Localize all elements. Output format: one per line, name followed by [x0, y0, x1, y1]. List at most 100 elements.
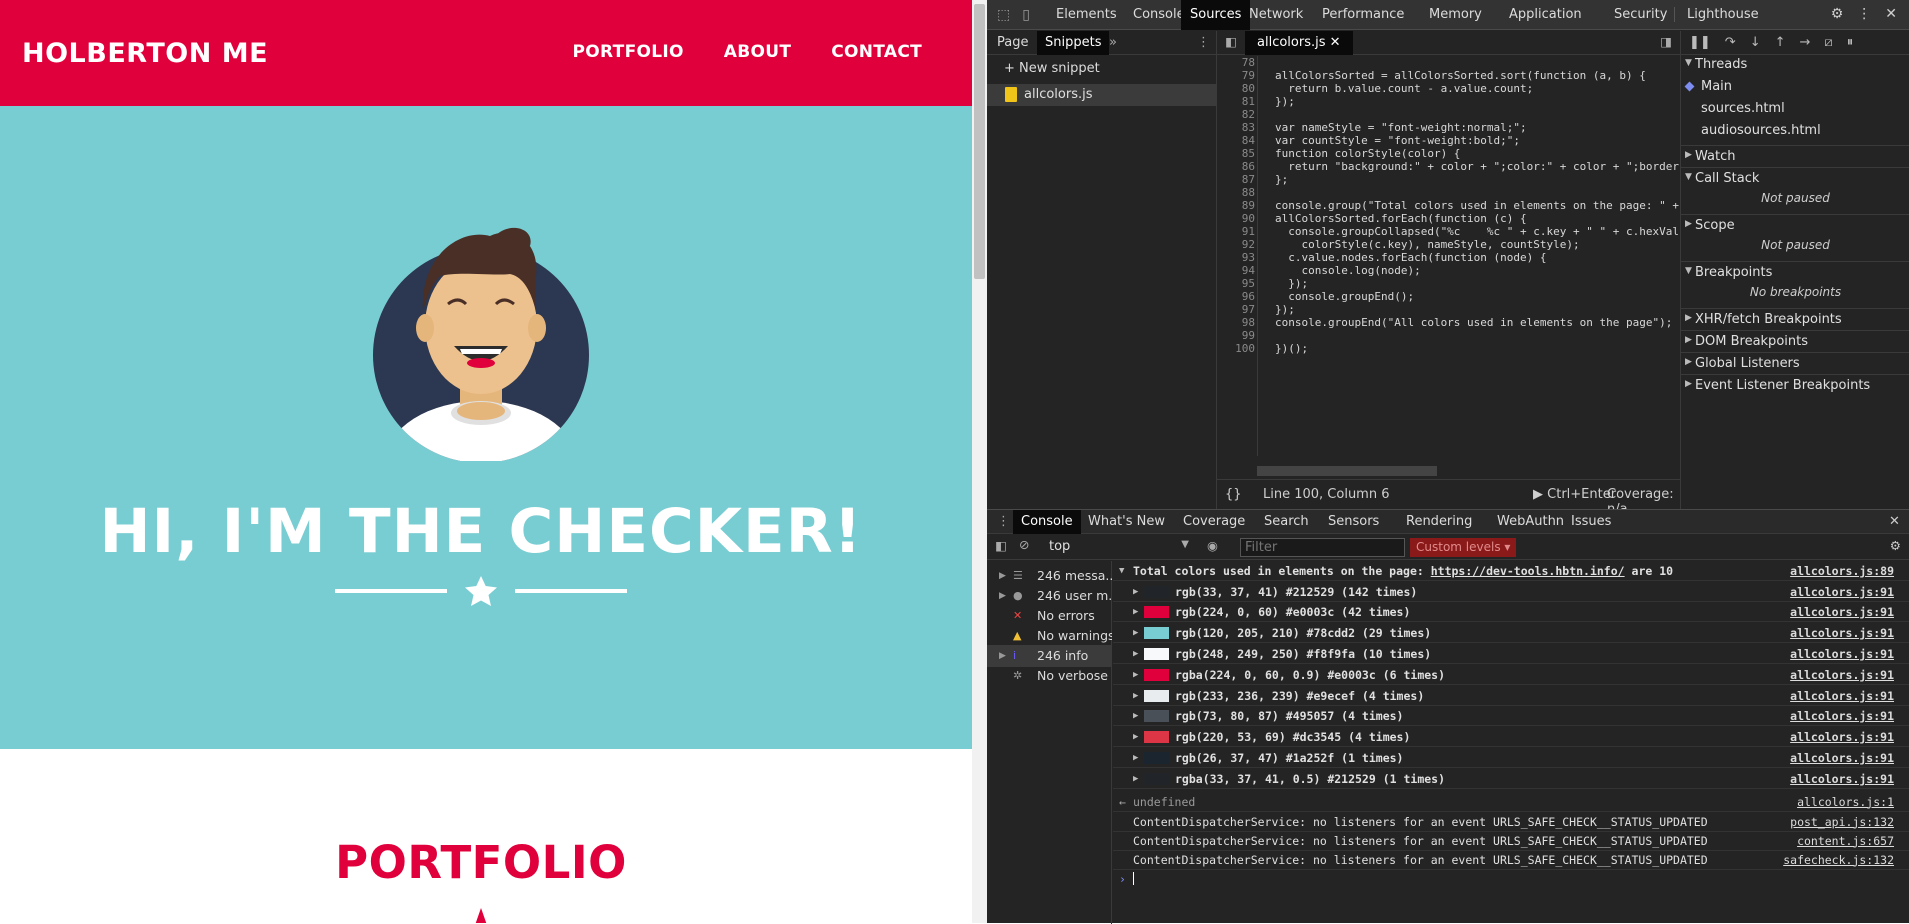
drawer-tab-webauthn[interactable]: WebAuthn: [1497, 514, 1564, 529]
step-into-icon[interactable]: ↓: [1750, 35, 1761, 50]
inspect-icon[interactable]: ⬚: [997, 7, 1010, 23]
event-listener-breakpoints-section[interactable]: ▶ Event Listener Breakpoints: [1681, 374, 1909, 393]
source-link[interactable]: allcolors.js:91: [1790, 644, 1894, 664]
console-filter-list[interactable]: ▶ ☰ 246 messa...: [987, 565, 1112, 587]
console-filter-user[interactable]: ▶ ● 246 user m...: [987, 585, 1112, 607]
line-number[interactable]: 92: [1217, 238, 1255, 251]
expand-arrow-icon[interactable]: ▶: [1133, 748, 1138, 768]
scrollbar-thumb[interactable]: [974, 4, 985, 279]
tab-memory[interactable]: Memory: [1429, 7, 1482, 22]
color-group-row[interactable]: ▶ rgb(120, 205, 210) #78cdd2 (29 times) al…: [1113, 623, 1909, 644]
code-line[interactable]: allColorsSorted.forEach(function (c) {: [1275, 212, 1527, 225]
line-number[interactable]: 94: [1217, 264, 1255, 277]
source-link[interactable]: allcolors.js:91: [1790, 582, 1894, 602]
editor-hscrollbar[interactable]: [1257, 466, 1437, 476]
code-lines[interactable]: 78 79 allColorsSorted = allColorsSorted.so…: [1217, 56, 1680, 456]
settings-gear-icon[interactable]: ⚙: [1831, 6, 1844, 22]
log-row[interactable]: ContentDispatcherService: no listeners f…: [1113, 831, 1909, 851]
line-number[interactable]: 88: [1217, 186, 1255, 199]
close-icon[interactable]: ✕: [1885, 6, 1897, 22]
line-number[interactable]: 83: [1217, 121, 1255, 134]
drawer-tab-console[interactable]: Console: [1013, 510, 1081, 534]
line-number[interactable]: 95: [1217, 277, 1255, 290]
close-drawer-icon[interactable]: ✕: [1889, 514, 1900, 529]
code-line[interactable]: return b.value.count - a.value.count;: [1275, 82, 1533, 95]
code-line[interactable]: allColorsSorted = allColorsSorted.sort(f…: [1275, 69, 1646, 82]
console-prompt[interactable]: ›: [1113, 869, 1909, 889]
line-number[interactable]: 100: [1217, 342, 1255, 355]
group-link[interactable]: https://dev-tools.hbtn.info/: [1431, 564, 1625, 578]
scope-section[interactable]: ▶ Scope: [1681, 214, 1909, 233]
expand-arrow-icon[interactable]: ▶: [1133, 706, 1138, 726]
tab-lighthouse[interactable]: Lighthouse: [1674, 7, 1759, 22]
color-group-row[interactable]: ▶ rgb(33, 37, 41) #212529 (142 times) allc…: [1113, 582, 1909, 602]
live-expression-eye-icon[interactable]: ◉: [1207, 538, 1218, 553]
color-group-row[interactable]: ▶ rgb(220, 53, 69) #dc3545 (4 times) allco…: [1113, 727, 1909, 748]
log-row[interactable]: ContentDispatcherService: no listeners f…: [1113, 850, 1909, 870]
drawer-menu-icon[interactable]: ⋮: [997, 514, 1010, 529]
source-link[interactable]: allcolors.js:91: [1790, 602, 1894, 622]
thread-main[interactable]: Main: [1681, 79, 1909, 94]
thread-audiosources[interactable]: audiosources.html: [1681, 123, 1909, 138]
code-line[interactable]: console.log(node);: [1275, 264, 1420, 277]
context-select[interactable]: top ▼: [1049, 539, 1189, 554]
tab-sources[interactable]: Sources: [1181, 0, 1251, 30]
navigator-menu-icon[interactable]: ⋮: [1197, 35, 1210, 50]
pause-icon[interactable]: ❚❚: [1689, 35, 1711, 50]
expand-arrow-icon[interactable]: ▶: [1133, 623, 1138, 643]
line-number[interactable]: 89: [1217, 199, 1255, 212]
subtab-snippets[interactable]: Snippets: [1037, 31, 1110, 55]
thread-sources[interactable]: sources.html: [1681, 101, 1909, 116]
color-group-row[interactable]: ▶ rgb(73, 80, 87) #495057 (4 times) allcol…: [1113, 706, 1909, 727]
line-number[interactable]: 93: [1217, 251, 1255, 264]
pause-on-exceptions-icon[interactable]: ⏸: [1847, 35, 1854, 50]
code-line[interactable]: });: [1275, 95, 1295, 108]
code-line[interactable]: colorStyle(c.key), nameStyle, countStyle…: [1275, 238, 1579, 251]
code-line[interactable]: console.groupEnd();: [1275, 290, 1414, 303]
tab-performance[interactable]: Performance: [1322, 7, 1404, 22]
code-line[interactable]: c.value.nodes.forEach(function (node) {: [1275, 251, 1546, 264]
color-group-row[interactable]: ▶ rgb(233, 236, 239) #e9ecef (4 times) all…: [1113, 686, 1909, 706]
code-line[interactable]: console.groupCollapsed("%c %c " + c.key …: [1275, 225, 1679, 238]
global-listeners-section[interactable]: ▶ Global Listeners: [1681, 352, 1909, 371]
console-filter-error[interactable]: ✕ No errors: [987, 605, 1112, 627]
page-scrollbar[interactable]: [972, 0, 987, 923]
call-stack-section[interactable]: ▼ Call Stack: [1681, 167, 1909, 186]
code-line[interactable]: };: [1275, 173, 1288, 186]
collapse-arrow-icon[interactable]: ▼: [1119, 561, 1124, 581]
watch-section[interactable]: ▶ Watch: [1681, 145, 1909, 164]
color-group-row[interactable]: ▶ rgb(26, 37, 47) #1a252f (1 times) allcol…: [1113, 748, 1909, 768]
run-snippet-button[interactable]: ▶ Ctrl+Enter: [1533, 487, 1616, 502]
source-link[interactable]: allcolors.js:91: [1790, 623, 1894, 643]
console-filter-info[interactable]: ▶ i 246 info: [987, 645, 1112, 667]
source-link[interactable]: post_api.js:132: [1790, 812, 1894, 832]
result-row[interactable]: ← undefined allcolors.js:1: [1113, 792, 1909, 812]
color-group-row[interactable]: ▶ rgb(248, 249, 250) #f8f9fa (10 times) al…: [1113, 644, 1909, 664]
deactivate-breakpoints-icon[interactable]: ⧄: [1824, 35, 1832, 50]
expand-arrow-icon[interactable]: ▶: [999, 585, 1006, 607]
nav-contact[interactable]: CONTACT: [831, 42, 922, 62]
source-link[interactable]: allcolors.js:91: [1790, 727, 1894, 747]
log-row[interactable]: ContentDispatcherService: no listeners f…: [1113, 812, 1909, 832]
color-group-row[interactable]: ▶ rgb(224, 0, 60) #e0003c (42 times) allco…: [1113, 602, 1909, 623]
toggle-navigator-icon[interactable]: ◧: [1225, 34, 1237, 49]
drawer-tab-sensors[interactable]: Sensors: [1328, 514, 1379, 529]
line-number[interactable]: 78: [1217, 56, 1255, 69]
more-tabs-icon[interactable]: »: [1109, 35, 1117, 50]
step-out-icon[interactable]: ↑: [1775, 35, 1786, 50]
editor-tab-allcolors[interactable]: allcolors.js ✕: [1245, 31, 1353, 55]
toggle-debugger-icon[interactable]: ◨: [1660, 34, 1672, 49]
drawer-tab-whats-new[interactable]: What's New: [1088, 514, 1165, 529]
line-number[interactable]: 90: [1217, 212, 1255, 225]
pretty-print-button[interactable]: {}: [1225, 487, 1242, 502]
drawer-tab-search[interactable]: Search: [1264, 514, 1309, 529]
code-line[interactable]: var countStyle = "font-weight:bold;";: [1275, 134, 1520, 147]
subtab-page[interactable]: Page: [997, 35, 1028, 50]
line-number[interactable]: 91: [1217, 225, 1255, 238]
nav-portfolio[interactable]: PORTFOLIO: [573, 42, 684, 62]
expand-arrow-icon[interactable]: ▶: [1133, 686, 1138, 706]
code-line[interactable]: });: [1275, 277, 1308, 290]
code-line[interactable]: function colorStyle(color) {: [1275, 147, 1460, 160]
new-snippet-button[interactable]: + New snippet: [1004, 61, 1100, 76]
line-number[interactable]: 80: [1217, 82, 1255, 95]
